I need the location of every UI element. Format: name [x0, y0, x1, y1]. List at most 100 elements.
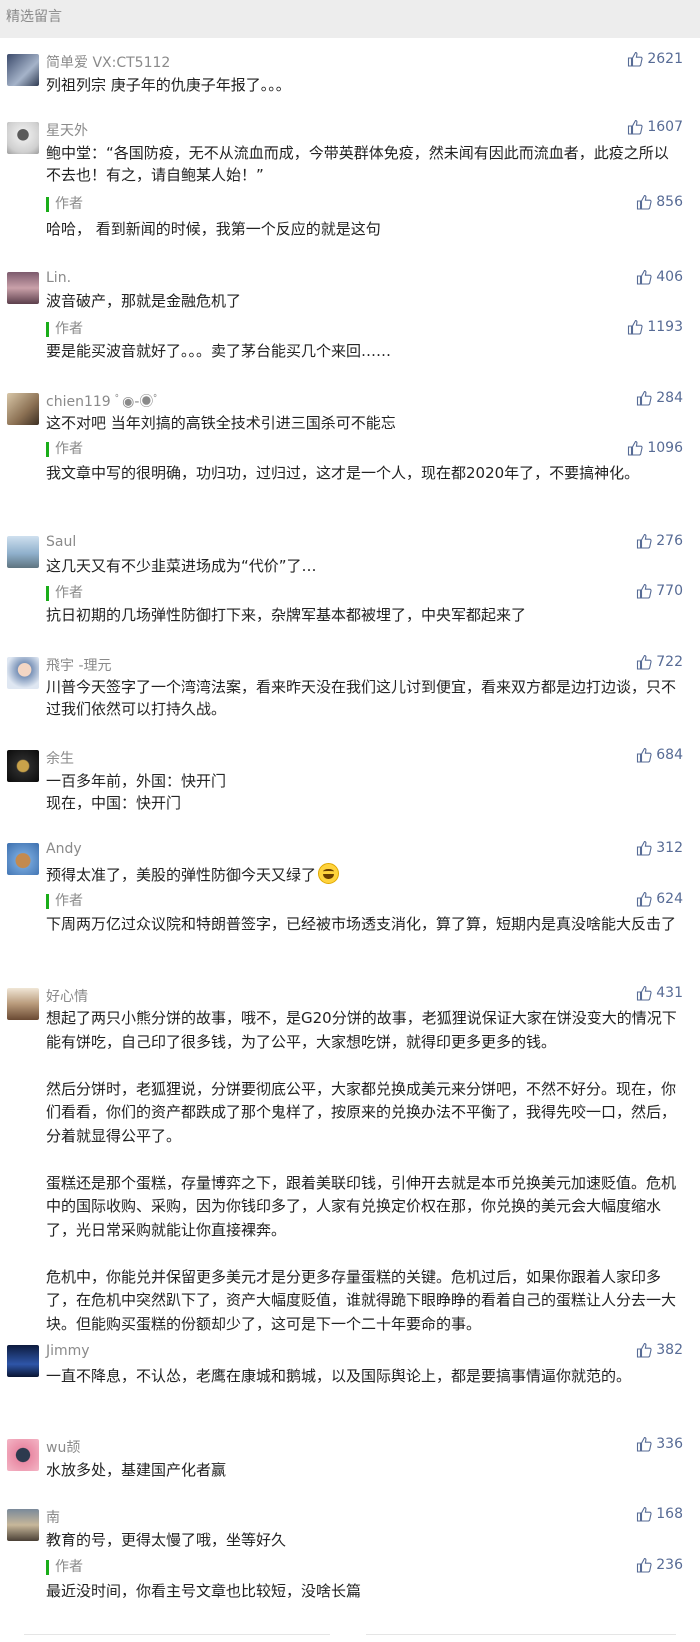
comment-nickname[interactable]: 飛宇 -理元 [46, 655, 112, 675]
thumbs-up-icon [628, 119, 643, 135]
author-reply-text: 最近没时间，你看主号文章也比较短，没啥长篇 [46, 1582, 362, 1600]
like-button[interactable]: 1193 [627, 319, 683, 335]
comment-text: 教育的号，更得太慢了哦，坐等好久 [46, 1531, 287, 1549]
comment-nickname[interactable]: 余生 [46, 748, 74, 768]
comment-text: 鲍中堂：“各国防疫，无不从流血而成，今带英群体免疫，然未闻有因此而流血者，此疫之… [46, 144, 669, 184]
like-count: 1096 [647, 440, 683, 456]
author-reply-label: 作者 [46, 1560, 83, 1575]
thumbs-up-icon [637, 985, 652, 1001]
comment-text: 川普今天签字了一个湾湾法案，看来昨天没在我们这儿讨到便宜，看来双方都是边打边谈，… [46, 678, 677, 718]
like-button[interactable]: 336 [636, 1436, 683, 1452]
like-count: 684 [656, 747, 683, 763]
thumbs-up-icon [637, 1436, 652, 1452]
grin-emoji-icon [318, 863, 340, 884]
comment-nickname[interactable]: 简单爱 VX:CT5112 [46, 52, 170, 72]
like-button[interactable]: 770 [636, 583, 683, 599]
thumbs-up-icon [637, 194, 652, 210]
comment-text: 一直不降息，不认怂，老鹰在康城和鹅城，以及国际舆论上，都是要搞事情逼你就范的。 [46, 1367, 632, 1385]
avatar[interactable] [7, 54, 39, 86]
comment-text: 水放多处，基建国产化者赢 [46, 1461, 227, 1479]
like-count: 336 [656, 1436, 683, 1452]
like-count: 1607 [647, 119, 683, 135]
comment-nickname[interactable]: 好心情 [46, 986, 88, 1006]
thumbs-up-icon [637, 390, 652, 406]
like-button[interactable]: 284 [636, 390, 683, 406]
thumbs-up-icon [637, 533, 652, 549]
comment-text: 一百多年前，外国：快开门 现在，中国：快开门 [46, 772, 227, 812]
like-button[interactable]: 236 [636, 1557, 683, 1573]
like-button[interactable]: 276 [636, 533, 683, 549]
like-count: 624 [656, 891, 683, 907]
comment-text: 这几天又有不少韭菜进场成为“代价”了… [46, 557, 317, 575]
like-count: 312 [656, 840, 683, 856]
like-button[interactable]: 168 [636, 1506, 683, 1522]
avatar[interactable] [7, 393, 39, 425]
like-button[interactable]: 312 [636, 840, 683, 856]
author-reply-label: 作者 [46, 322, 83, 337]
like-count: 2621 [647, 51, 683, 67]
like-count: 276 [656, 533, 683, 549]
like-count: 284 [656, 390, 683, 406]
comment-nickname[interactable]: Saul [46, 534, 76, 550]
like-count: 1193 [647, 319, 683, 335]
thumbs-up-icon [628, 440, 643, 456]
thumbs-up-icon [628, 319, 643, 335]
like-button[interactable]: 1096 [627, 440, 683, 456]
like-button[interactable]: 431 [636, 985, 683, 1001]
like-button[interactable]: 722 [636, 654, 683, 670]
avatar[interactable] [7, 122, 39, 154]
author-reply-text: 要是能买波音就好了。。。卖了茅台能买几个来回…… [46, 342, 392, 360]
like-count: 722 [656, 654, 683, 670]
thumbs-up-icon [637, 269, 652, 285]
like-count: 770 [656, 583, 683, 599]
avatar[interactable] [7, 1439, 39, 1471]
author-reply-text: 下周两万亿过众议院和特朗普签字，已经被市场透支消化，算了算，短期内是真没啥能大反… [46, 915, 677, 933]
thumbs-up-icon [637, 1506, 652, 1522]
avatar[interactable] [7, 988, 39, 1020]
avatar[interactable] [7, 1509, 39, 1541]
comment-nickname[interactable]: Jimmy [46, 1343, 90, 1359]
comment-nickname[interactable]: Lin. [46, 270, 71, 286]
author-reply-label: 作者 [46, 197, 83, 212]
avatar[interactable] [7, 750, 39, 782]
avatar[interactable] [7, 1345, 39, 1377]
bottom-divider-left [24, 1634, 330, 1635]
avatar[interactable] [7, 843, 39, 875]
thumbs-up-icon [637, 747, 652, 763]
comment-text: 波音破产，那就是金融危机了 [46, 292, 242, 310]
comment-text: 这不对吧 当年刘搞的高铁全技术引进三国杀可不能忘 [46, 414, 396, 432]
avatar[interactable] [7, 536, 39, 568]
author-reply-label: 作者 [46, 442, 83, 457]
author-reply-text: 抗日初期的几场弹性防御打下来，杂牌军基本都被埋了，中央军都起来了 [46, 606, 527, 624]
like-count: 406 [656, 269, 683, 285]
thumbs-up-icon [637, 891, 652, 907]
like-count: 431 [656, 985, 683, 1001]
thumbs-up-icon [637, 654, 652, 670]
comment-nickname[interactable]: Andy [46, 841, 82, 857]
comment-nickname[interactable]: 星天外 [46, 120, 88, 140]
thumbs-up-icon [637, 1342, 652, 1358]
thumbs-up-icon [637, 583, 652, 599]
like-button[interactable]: 382 [636, 1342, 683, 1358]
comment-text: 预得太准了，美股的弹性防御今天又绿了 [46, 863, 681, 886]
like-button[interactable]: 406 [636, 269, 683, 285]
comments-panel [0, 38, 700, 1642]
comment-nickname[interactable]: wu颉 [46, 1437, 80, 1457]
author-reply-label: 作者 [46, 586, 83, 601]
section-title: 精选留言 [6, 9, 62, 25]
like-button[interactable]: 1607 [627, 119, 683, 135]
like-count: 236 [656, 1557, 683, 1573]
comment-nickname[interactable]: 南 [46, 1507, 60, 1527]
like-button[interactable]: 856 [636, 194, 683, 210]
like-count: 382 [656, 1342, 683, 1358]
like-button[interactable]: 684 [636, 747, 683, 763]
like-count: 168 [656, 1506, 683, 1522]
like-count: 856 [656, 194, 683, 210]
avatar[interactable] [7, 272, 39, 304]
like-button[interactable]: 2621 [627, 51, 683, 67]
comment-text: 想起了两只小熊分饼的故事，哦不，是G20分饼的故事，老狐狸说保证大家在饼没变大的… [46, 1009, 677, 1333]
like-button[interactable]: 624 [636, 891, 683, 907]
thumbs-up-icon [628, 51, 643, 67]
avatar[interactable] [7, 657, 39, 689]
comment-nickname[interactable]: chien119 ﾟ◉-◉ﾟ [46, 391, 160, 411]
